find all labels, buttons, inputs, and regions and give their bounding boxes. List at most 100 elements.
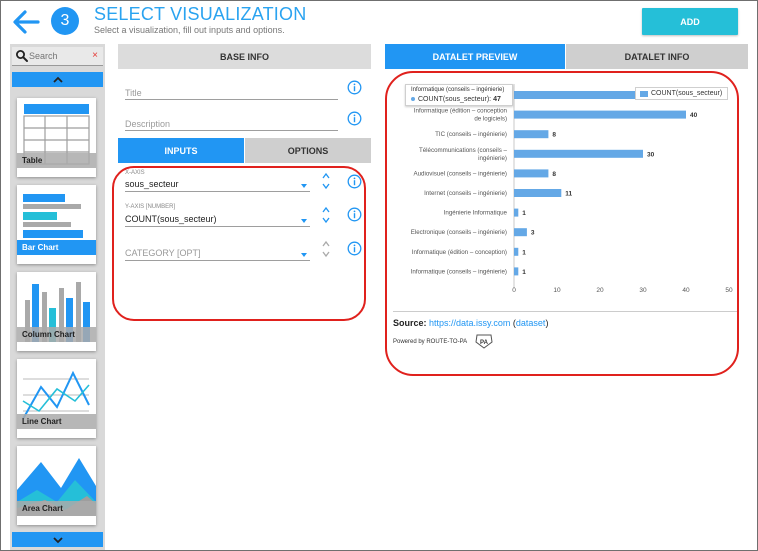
bar-chart[interactable]: Informatique (conseils – ingénierie)Info… (385, 80, 748, 310)
info-icon[interactable] (347, 174, 362, 189)
page-title: SELECT VISUALIZATION (94, 4, 307, 24)
chart-bar[interactable] (514, 267, 519, 276)
y-axis-select[interactable]: Y-AXIS [NUMBER] COUNT(sous_secteur) (125, 204, 310, 227)
info-icon[interactable] (347, 241, 362, 256)
chart-bar[interactable] (514, 208, 519, 217)
title-placeholder: Title (125, 88, 142, 98)
info-icon[interactable] (347, 207, 362, 222)
viz-card-area-chart[interactable]: Area Chart (17, 446, 96, 525)
source-label: Source: (393, 318, 427, 328)
category-label: Internet (conseils – ingénierie) (424, 190, 507, 197)
value-label: 40 (690, 112, 698, 119)
category-label: Télécommunications (conseils – (419, 147, 508, 154)
x-tick-label: 30 (639, 287, 647, 294)
x-tick-label: 20 (596, 287, 604, 294)
title-field[interactable]: Title (125, 86, 338, 100)
tooltip-value: 47 (493, 96, 501, 103)
dropdown-arrow-icon (301, 253, 307, 257)
scroll-down-button[interactable] (12, 532, 103, 547)
description-placeholder: Description (125, 119, 171, 129)
x-tick-label: 0 (512, 287, 516, 294)
y-axis-label: Y-AXIS [NUMBER] (125, 204, 176, 210)
search-icon (16, 50, 28, 62)
value-label: 1 (522, 269, 526, 276)
base-info-panel: BASE INFO Title Description INPUTS OPTIO… (118, 44, 371, 550)
info-icon[interactable] (347, 80, 362, 95)
value-label: 30 (647, 151, 655, 158)
info-icon[interactable] (347, 111, 362, 126)
value-label: 1 (522, 249, 526, 256)
x-tick-label: 10 (553, 287, 561, 294)
scroll-up-button[interactable] (12, 72, 103, 87)
dropdown-arrow-icon (301, 219, 307, 223)
x-axis-label: X-AXIS (125, 170, 145, 176)
category-label: Electronique (conseils – ingénierie) (411, 229, 507, 236)
page-subtitle: Select a visualization, fill out inputs … (94, 25, 285, 35)
viz-card-table[interactable]: Table (17, 98, 96, 177)
category-label: Informatique (édition – conception (414, 108, 508, 115)
description-field[interactable]: Description (125, 117, 338, 131)
tooltip-category: Informatique (conseils – ingénierie) (411, 87, 505, 93)
chart-tooltip: Informatique (conseils – ingénierie) COU… (405, 84, 513, 106)
category-placeholder: CATEGORY [OPT] (125, 248, 201, 258)
chart-bar[interactable] (514, 228, 527, 237)
reorder-arrows-icon[interactable] (321, 205, 331, 225)
chart-bar[interactable] (514, 169, 549, 178)
viz-card-label: Column Chart (17, 327, 96, 342)
tab-datalet-info[interactable]: DATALET INFO (566, 44, 748, 69)
category-label: de logiciels) (474, 116, 507, 123)
y-axis-value: COUNT(sous_secteur) (125, 214, 217, 224)
chart-bar[interactable] (514, 149, 643, 158)
viz-card-line-chart[interactable]: Line Chart (17, 359, 96, 438)
category-select[interactable]: CATEGORY [OPT] (125, 244, 310, 261)
tab-inputs[interactable]: INPUTS (118, 138, 244, 163)
x-tick-label: 40 (682, 287, 690, 294)
value-label: 11 (565, 191, 572, 198)
back-arrow-icon[interactable] (12, 9, 40, 35)
input-tabs: INPUTS OPTIONS (118, 138, 371, 163)
series-dot-icon (411, 97, 415, 102)
value-label: 8 (552, 171, 556, 178)
category-label: ingénierie) (478, 155, 507, 162)
tooltip-value-row: COUNT(sous_secteur): 47 (411, 96, 501, 103)
x-axis-select[interactable]: X-AXIS sous_secteur (125, 170, 310, 192)
viz-card-bar-chart[interactable]: Bar Chart (17, 185, 96, 264)
route-to-pa-logo: PA (475, 334, 493, 349)
viz-card-label: Area Chart (17, 501, 96, 516)
dropdown-arrow-icon (301, 184, 307, 188)
tab-datalet-preview[interactable]: DATALET PREVIEW (385, 44, 565, 69)
x-tick-label: 50 (725, 287, 733, 294)
viz-card-label: Bar Chart (17, 240, 96, 255)
chart-bar[interactable] (514, 189, 562, 197)
search-box: × (12, 47, 103, 66)
visualization-sidebar: × Table (10, 44, 105, 550)
reorder-arrows-icon[interactable] (321, 171, 331, 191)
powered-by-text: Powered by ROUTE-TO-PA (393, 339, 468, 345)
chart-bar[interactable] (514, 110, 686, 119)
viz-card-column-chart[interactable]: Column Chart (17, 272, 96, 351)
value-label: 3 (531, 230, 535, 237)
source-link[interactable]: https://data.issy.com (429, 318, 510, 328)
chart-bar[interactable] (514, 247, 519, 256)
divider (393, 311, 738, 312)
reorder-arrows-icon[interactable] (321, 239, 331, 259)
viz-card-label: Table (17, 153, 96, 168)
category-label: Ingénierie Informatique (444, 210, 508, 217)
category-label: Informatique (édition – conception) (412, 249, 507, 256)
value-label: 1 (522, 210, 526, 217)
logo-text: PA (480, 340, 489, 346)
viz-card-label: Line Chart (17, 414, 96, 429)
add-button[interactable]: ADD (642, 8, 738, 35)
clear-search-icon[interactable]: × (92, 50, 98, 61)
legend-label: COUNT(sous_secteur) (651, 90, 723, 97)
chart-bar[interactable] (514, 130, 549, 139)
search-input[interactable] (29, 49, 89, 63)
chart-legend[interactable]: COUNT(sous_secteur) (635, 87, 728, 100)
dataset-link[interactable]: dataset (516, 318, 546, 328)
datalet-panel: DATALET PREVIEW DATALET INFO Informatiqu… (385, 44, 748, 550)
base-info-header: BASE INFO (118, 44, 371, 69)
value-label: 8 (552, 132, 556, 139)
tab-options[interactable]: OPTIONS (245, 138, 371, 163)
tooltip-series: COUNT(sous_secteur): (418, 96, 492, 103)
chevron-up-icon (52, 76, 63, 83)
